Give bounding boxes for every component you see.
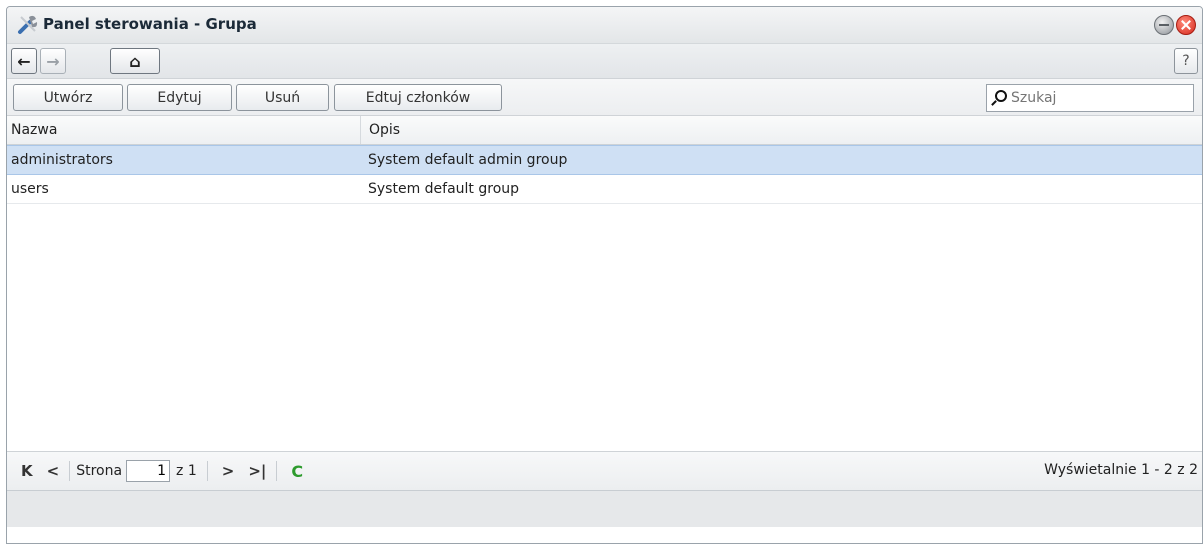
column-header-description[interactable]: Opis [361, 116, 400, 144]
table-body: administrators System default admin grou… [7, 145, 1202, 451]
forward-button[interactable]: → [40, 48, 66, 74]
window-title: Panel sterowania - Grupa [43, 15, 257, 33]
navigation-bar: ← → ⌂ ? [7, 44, 1202, 79]
page-count: z 1 [176, 463, 197, 479]
title-bar: Panel sterowania - Grupa [7, 7, 1202, 44]
group-description: System default group [368, 181, 520, 197]
back-icon: ← [17, 51, 31, 71]
divider [69, 461, 71, 481]
group-name: users [11, 181, 49, 197]
page-label: Strona [76, 463, 123, 479]
search-box[interactable] [986, 84, 1194, 112]
edit-members-button[interactable]: Edtuj członków [334, 84, 502, 111]
table-row[interactable]: users System default group [7, 175, 1202, 204]
home-icon: ⌂ [129, 51, 141, 71]
status-bar [7, 491, 1202, 527]
divider [206, 461, 208, 481]
edit-button[interactable]: Edytuj [127, 84, 232, 111]
search-input[interactable] [1009, 89, 1183, 107]
pagination-info: Wyświetalnie 1 - 2 z 2 [1044, 462, 1198, 478]
table-row[interactable]: administrators System default admin grou… [7, 145, 1202, 175]
next-page-icon[interactable]: > [222, 462, 235, 480]
prev-page-icon[interactable]: < [47, 462, 60, 480]
search-icon [991, 90, 1007, 106]
first-page-icon[interactable]: K [21, 462, 33, 480]
help-icon: ? [1182, 53, 1190, 69]
tools-icon [18, 15, 38, 34]
forward-icon: → [46, 51, 60, 71]
help-button[interactable]: ? [1174, 48, 1198, 74]
last-page-icon[interactable]: >| [248, 462, 266, 480]
group-description: System default admin group [368, 152, 568, 168]
minimize-icon[interactable] [1154, 15, 1174, 35]
delete-button[interactable]: Usuń [236, 84, 329, 111]
table-header: Nazwa Opis [7, 116, 1202, 145]
pagination-bar: K < Strona z 1 > >| C Wyświetalnie 1 - 2… [7, 451, 1202, 491]
group-name: administrators [11, 152, 113, 168]
divider [276, 461, 278, 481]
refresh-icon[interactable]: C [291, 462, 303, 481]
create-button[interactable]: Utwórz [13, 84, 123, 111]
page-number-input[interactable] [126, 460, 171, 482]
close-icon[interactable] [1176, 15, 1196, 35]
back-button[interactable]: ← [11, 48, 37, 74]
toolbar: Utwórz Edytuj Usuń Edtuj członków [7, 79, 1202, 116]
control-panel-window: Panel sterowania - Grupa ← → ⌂ ? Utwórz … [6, 6, 1203, 544]
home-button[interactable]: ⌂ [110, 48, 160, 74]
column-header-name[interactable]: Nazwa [7, 116, 361, 144]
